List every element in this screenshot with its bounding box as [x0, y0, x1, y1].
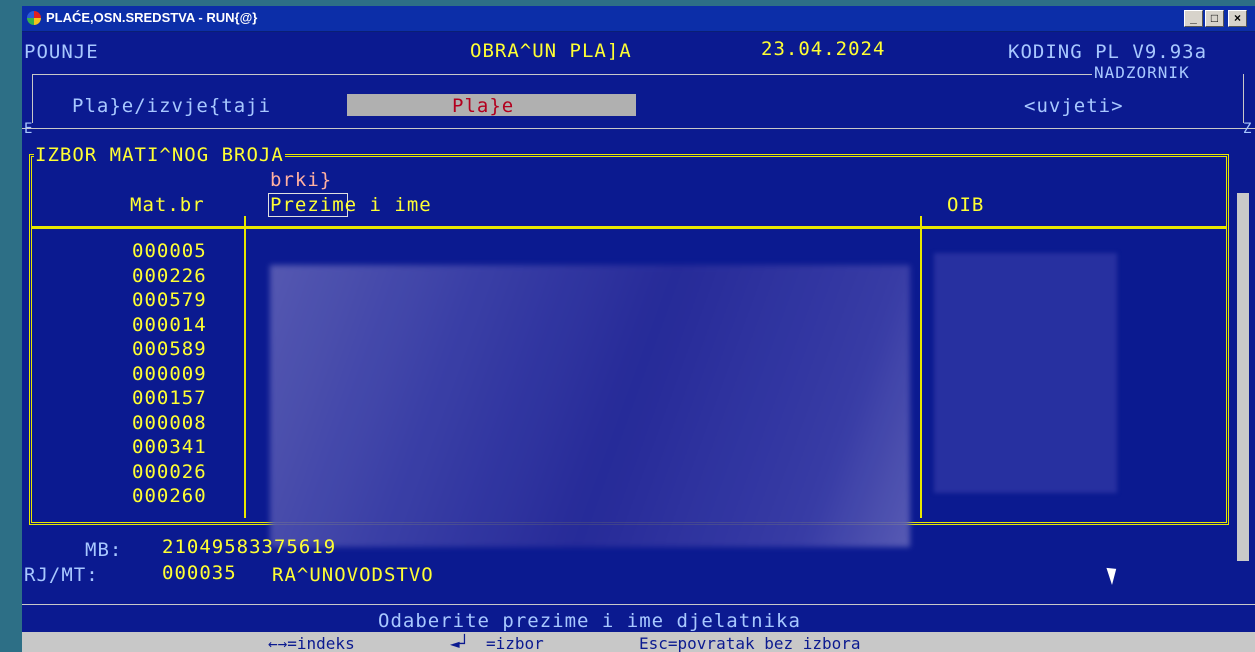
list-item[interactable]: 000157: [132, 386, 207, 411]
menu-item-reports[interactable]: Pla}e/izvje{taji: [72, 95, 271, 117]
app-version: KODING PL V9.93a: [1008, 41, 1208, 63]
rj-label: RJ/MT:: [24, 564, 99, 586]
list-item[interactable]: 000589: [132, 337, 207, 362]
current-date: 23.04.2024: [761, 38, 886, 60]
list-item[interactable]: 000226: [132, 264, 207, 289]
rj-code: 000035: [162, 562, 237, 584]
redacted-names: [270, 265, 910, 547]
list-item[interactable]: 000579: [132, 288, 207, 313]
hint-bar: ←→=indeks ◄┘ =izbor Esc=povratak bez izb…: [22, 632, 1255, 652]
menu-right-border: [1243, 74, 1244, 123]
terminal-screen: POUNJE OBRA^UN PLA]A 23.04.2024 KODING P…: [22, 32, 1255, 632]
header-separator: [32, 226, 1226, 229]
menu-left-mark: E: [24, 121, 34, 137]
minimize-button[interactable]: _: [1184, 10, 1203, 27]
hint-index: ←→=indeks: [268, 634, 355, 652]
menu-item-conditions[interactable]: <uvjeti>: [1024, 95, 1124, 117]
close-button[interactable]: ×: [1228, 10, 1247, 27]
menu-bottom-border: [22, 128, 1255, 129]
mb-list: 000005 000226 000579 000014 000589 00000…: [132, 239, 207, 509]
list-item[interactable]: 000009: [132, 362, 207, 387]
menu-left-border: [32, 74, 33, 123]
menu-item-payroll[interactable]: Pla}e: [452, 95, 514, 117]
mb-value: 21049583375619: [162, 536, 337, 558]
menu-top-border: [32, 74, 1092, 75]
user-role: NADZORNIK: [1094, 63, 1190, 82]
mouse-pointer-icon: [1106, 565, 1121, 585]
rj-name: RA^UNOVODSTVO: [272, 564, 434, 586]
list-item[interactable]: 000008: [132, 411, 207, 436]
status-message: Odaberite prezime i ime djelatnika: [378, 610, 801, 632]
title-bar[interactable]: PLAĆE,OSN.SREDSTVA - RUN{@} _ □ ×: [22, 6, 1255, 32]
company-name: POUNJE: [24, 41, 99, 63]
column-divider-2: [920, 216, 922, 518]
list-item[interactable]: 000026: [132, 460, 207, 485]
window-title: PLAĆE,OSN.SREDSTVA - RUN{@}: [46, 10, 258, 25]
redacted-oib: [934, 253, 1117, 493]
enter-key-icon: ◄┘: [450, 634, 470, 652]
app-window: PLAĆE,OSN.SREDSTVA - RUN{@} _ □ × POUNJE…: [22, 6, 1255, 652]
maximize-button[interactable]: □: [1205, 10, 1224, 27]
list-item[interactable]: 000341: [132, 435, 207, 460]
mb-label: MB:: [85, 539, 123, 561]
hint-select: =izbor: [486, 634, 544, 652]
list-item[interactable]: 000005: [132, 239, 207, 264]
column-header-name: Prezime i ime: [270, 194, 432, 216]
menu-right-mark: Z: [1243, 121, 1253, 137]
list-item[interactable]: 000260: [132, 484, 207, 509]
module-title: OBRA^UN PLA]A: [470, 40, 632, 62]
search-input[interactable]: brki}: [270, 169, 332, 191]
app-icon: [27, 11, 41, 25]
status-separator: [22, 604, 1255, 605]
list-item[interactable]: 000014: [132, 313, 207, 338]
hint-escape: Esc=povratak bez izbora: [639, 634, 861, 652]
column-divider-1: [244, 216, 246, 518]
column-header-mb: Mat.br: [130, 194, 205, 216]
picker-title: IZBOR MATI^NOG BROJA: [34, 144, 285, 166]
scrollbar[interactable]: [1237, 193, 1249, 561]
column-header-oib: OIB: [947, 194, 985, 216]
